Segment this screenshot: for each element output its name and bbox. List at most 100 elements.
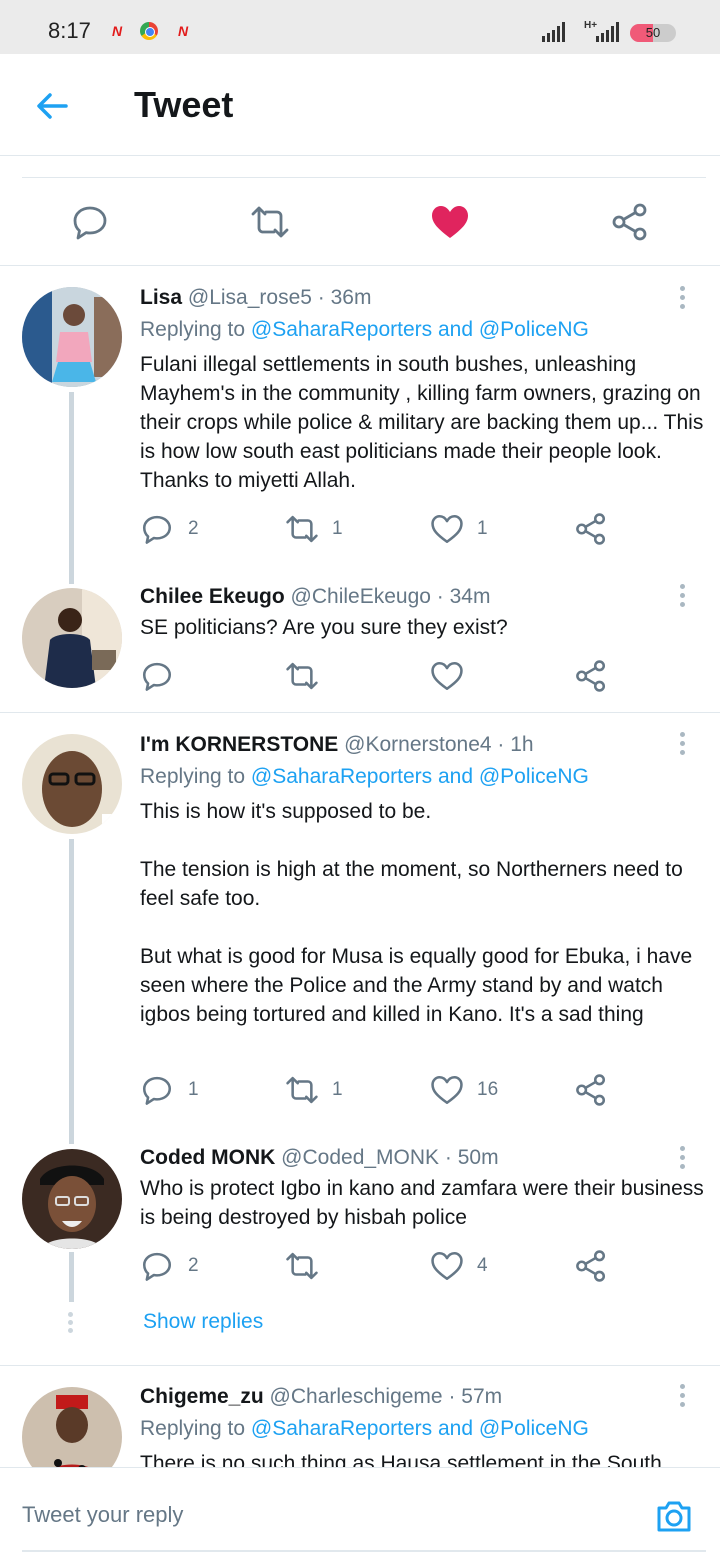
like-icon[interactable]: [430, 1073, 464, 1107]
author-handle: @Lisa_rose5: [187, 286, 312, 309]
like-count: 4: [477, 1255, 488, 1276]
share-icon[interactable]: [574, 512, 608, 546]
replying-to: Replying to @SaharaReporters and @Police…: [140, 1417, 589, 1441]
replying-prefix: Replying to: [140, 318, 246, 341]
author-name[interactable]: Chilee Ekeugo: [140, 585, 285, 608]
author-handle: @Charleschigeme: [269, 1385, 443, 1408]
replying-to-link[interactable]: @SaharaReporters and @PoliceNG: [251, 1417, 589, 1440]
divider: [0, 1365, 720, 1366]
replying-to-link[interactable]: @SaharaReporters and @PoliceNG: [251, 318, 589, 341]
show-replies-link[interactable]: Show replies: [143, 1310, 263, 1334]
reply-icon[interactable]: [140, 659, 174, 693]
thread-line: [69, 1252, 74, 1302]
reply-count: 2: [188, 518, 199, 539]
author-handle: @Kornerstone4: [344, 733, 492, 756]
author-name[interactable]: Coded MONK: [140, 1146, 275, 1169]
reply-input[interactable]: Tweet your reply: [22, 1502, 183, 1528]
reply-text: Fulani illegal settlements in south bush…: [140, 353, 704, 492]
wifi-signal-icon: [542, 22, 565, 42]
reply-author[interactable]: Chilee Ekeugo @ChileEkeugo · 34m: [140, 585, 490, 609]
battery-percent: 50: [645, 25, 661, 40]
replying-to-link[interactable]: @SaharaReporters and @PoliceNG: [251, 765, 589, 788]
retweet-icon[interactable]: [285, 1249, 319, 1283]
like-icon[interactable]: [430, 659, 464, 693]
more-options-icon[interactable]: [672, 286, 692, 312]
retweet-icon[interactable]: [285, 659, 319, 693]
retweet-icon[interactable]: [285, 512, 319, 546]
reply-text: Who is protect Igbo in kano and zamfara …: [140, 1177, 704, 1229]
reply-time: · 36m: [317, 286, 372, 309]
reply-icon[interactable]: [140, 512, 174, 546]
news-icon: N: [111, 23, 123, 39]
thread-line: [69, 392, 74, 584]
status-bar: 8:17 N N H+ 50: [0, 0, 720, 54]
like-icon[interactable]: [430, 1249, 464, 1283]
avatar[interactable]: [22, 734, 122, 834]
author-name[interactable]: Chigeme_zu: [140, 1385, 264, 1408]
news-icon: N: [177, 23, 189, 39]
reply-time: · 50m: [444, 1146, 499, 1169]
share-icon[interactable]: [574, 1249, 608, 1283]
replying-prefix: Replying to: [140, 765, 246, 788]
thread-continuation-dots: [68, 1312, 74, 1336]
reply-author[interactable]: I'm KORNERSTONE @Kornerstone4 · 1h: [140, 733, 534, 757]
reply-icon[interactable]: [70, 202, 110, 242]
author-handle: @ChileEkeugo: [290, 585, 431, 608]
like-count: 16: [477, 1079, 499, 1100]
author-handle: @Coded_MONK: [281, 1146, 440, 1169]
reply-count: 2: [188, 1255, 199, 1276]
replying-to: Replying to @SaharaReporters and @Police…: [140, 318, 589, 342]
reply-icon[interactable]: [140, 1073, 174, 1107]
replying-to: Replying to @SaharaReporters and @Police…: [140, 765, 589, 789]
reply-time: · 34m: [436, 585, 491, 608]
reply-author[interactable]: Coded MONK @Coded_MONK · 50m: [140, 1146, 499, 1170]
replying-prefix: Replying to: [140, 1417, 246, 1440]
status-time: 8:17: [48, 18, 91, 43]
camera-icon[interactable]: [654, 1496, 694, 1536]
more-options-icon[interactable]: [672, 732, 692, 758]
main-tweet-actions: [0, 178, 720, 266]
share-icon[interactable]: [610, 202, 650, 242]
reply-time: · 1h: [497, 733, 534, 756]
more-options-icon[interactable]: [672, 584, 692, 610]
cell-signal-icon: [596, 22, 619, 42]
retweet-count: 1: [332, 518, 343, 539]
reply-actions: 2 1 1: [140, 512, 620, 546]
more-options-icon[interactable]: [672, 1146, 692, 1172]
reply-count: 1: [188, 1079, 199, 1100]
page-title: Tweet: [134, 84, 234, 125]
chrome-icon: [140, 22, 158, 40]
avatar-photo: [22, 734, 122, 834]
avatar-photo: [22, 1149, 122, 1249]
reply-actions: [140, 659, 620, 693]
back-arrow-icon[interactable]: [34, 88, 70, 124]
share-icon[interactable]: [574, 1073, 608, 1107]
avatar-photo: [22, 588, 122, 688]
like-icon[interactable]: [430, 512, 464, 546]
reply-author[interactable]: Lisa @Lisa_rose5 · 36m: [140, 286, 371, 310]
avatar[interactable]: [22, 1149, 122, 1249]
author-name[interactable]: Lisa: [140, 286, 182, 309]
reply-text: This is how it's supposed to be. The ten…: [140, 800, 693, 1026]
app-header: Tweet: [0, 54, 720, 156]
reply-icon[interactable]: [140, 1249, 174, 1283]
author-name[interactable]: I'm KORNERSTONE: [140, 733, 338, 756]
reply-actions: 2 4: [140, 1249, 620, 1283]
thread-line: [69, 839, 74, 1144]
retweet-icon[interactable]: [285, 1073, 319, 1107]
battery-icon: 50: [630, 24, 676, 42]
retweet-count: 1: [332, 1079, 343, 1100]
retweet-icon[interactable]: [250, 202, 290, 242]
reply-author[interactable]: Chigeme_zu @Charleschigeme · 57m: [140, 1385, 502, 1409]
more-options-icon[interactable]: [672, 1384, 692, 1410]
avatar[interactable]: [22, 588, 122, 688]
avatar[interactable]: [22, 287, 122, 387]
avatar-photo: [22, 287, 122, 387]
share-icon[interactable]: [574, 659, 608, 693]
liked-heart-icon[interactable]: [430, 202, 470, 242]
input-underline: [22, 1550, 706, 1552]
reply-time: · 57m: [448, 1385, 503, 1408]
like-count: 1: [477, 518, 488, 539]
reply-composer: Tweet your reply: [0, 1467, 720, 1560]
reply-actions: 1 1 16: [140, 1073, 620, 1107]
